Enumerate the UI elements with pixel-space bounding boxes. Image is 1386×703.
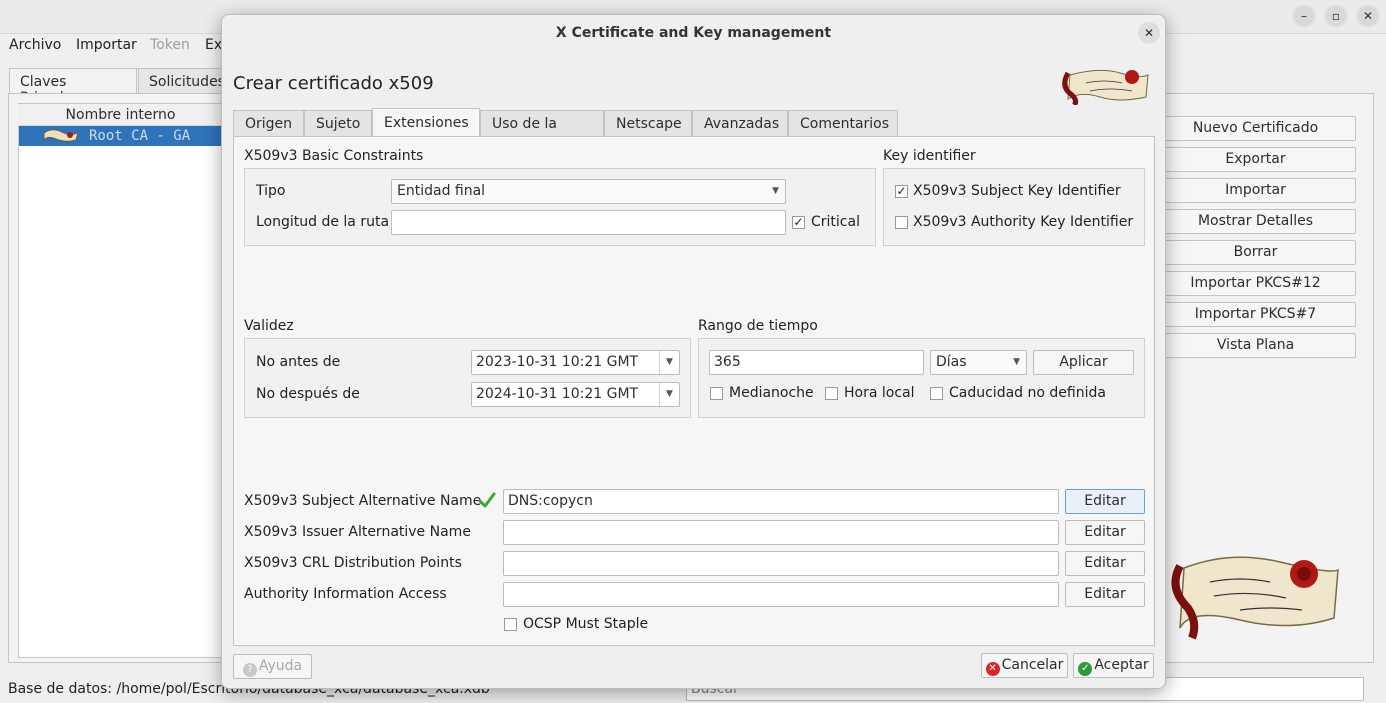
importar-pkcs12-button[interactable]: Importar PKCS#12 <box>1155 271 1356 296</box>
validez-title: Validez <box>244 318 294 334</box>
scroll-logo-icon <box>1171 556 1339 640</box>
accept-button[interactable]: ✓ Aceptar <box>1073 653 1154 678</box>
range-amount-input[interactable]: 365 <box>709 350 924 375</box>
dialog-title: X Certificate and Key management <box>555 25 832 41</box>
crl-editar-button[interactable]: Editar <box>1065 551 1145 576</box>
list-item-label: Root CA - GA <box>89 128 191 144</box>
ocsp-checkbox[interactable] <box>504 618 517 631</box>
not-before-value: 2023-10-31 10:21 GMT <box>476 354 639 370</box>
tipo-value: Entidad final <box>397 183 486 199</box>
minimize-icon[interactable]: – <box>1293 5 1315 27</box>
subject-key-identifier-label: X509v3 Subject Key Identifier <box>913 183 1121 199</box>
importar-button[interactable]: Importar <box>1155 178 1356 203</box>
chevron-down-icon[interactable]: ▼ <box>659 351 679 374</box>
tab-origen[interactable]: Origen <box>233 110 304 137</box>
chevron-down-icon: ▼ <box>772 186 779 196</box>
aplicar-button[interactable]: Aplicar <box>1033 350 1134 375</box>
medianoche-label: Medianoche <box>729 385 814 401</box>
tab-sujeto[interactable]: Sujeto <box>304 110 372 137</box>
help-label: Ayuda <box>258 658 303 674</box>
caducidad-label: Caducidad no definida <box>949 385 1106 401</box>
range-unit-select[interactable]: Días ▼ <box>930 350 1027 375</box>
certificate-list[interactable] <box>18 103 223 658</box>
chevron-down-icon[interactable]: ▼ <box>659 383 679 406</box>
not-before-label: No antes de <box>256 354 341 370</box>
mostrar-detalles-button[interactable]: Mostrar Detalles <box>1155 209 1356 234</box>
check-icon <box>478 492 496 508</box>
san-input[interactable]: DNS:copycn <box>503 489 1059 514</box>
maximize-icon[interactable]: ▫ <box>1325 5 1347 27</box>
critical-label: Critical <box>811 214 860 230</box>
help-icon: ? <box>242 663 257 677</box>
ocsp-label: OCSP Must Staple <box>523 616 649 632</box>
importar-pkcs7-button[interactable]: Importar PKCS#7 <box>1155 302 1356 327</box>
san-label: X509v3 Subject Alternative Name <box>244 493 482 509</box>
tipo-label: Tipo <box>256 183 286 199</box>
san-editar-button[interactable]: Editar <box>1065 489 1145 514</box>
tab-extensiones[interactable]: Extensiones <box>372 108 480 138</box>
cancel-icon: ✕ <box>985 662 1000 676</box>
list-header-nombre-interno[interactable]: Nombre interno <box>18 104 223 126</box>
borrar-button[interactable]: Borrar <box>1155 240 1356 265</box>
close-icon[interactable]: ✕ <box>1138 22 1160 44</box>
chevron-down-icon: ▼ <box>1013 357 1020 367</box>
tipo-select[interactable]: Entidad final ▼ <box>391 179 786 204</box>
not-after-label: No después de <box>256 386 360 402</box>
crl-label: X509v3 CRL Distribution Points <box>244 555 462 571</box>
tab-comentarios[interactable]: Comentarios <box>788 110 898 137</box>
caducidad-checkbox[interactable] <box>930 387 943 400</box>
ian-input[interactable] <box>503 520 1059 545</box>
key-identifier-group <box>883 168 1145 246</box>
menu-token[interactable]: Token <box>150 37 190 53</box>
menu-archivo[interactable]: Archivo <box>9 37 61 53</box>
crl-input[interactable] <box>503 551 1059 576</box>
rango-title: Rango de tiempo <box>698 318 818 334</box>
cancel-button[interactable]: ✕ Cancelar <box>981 653 1068 678</box>
not-after-value: 2024-10-31 10:21 GMT <box>476 386 639 402</box>
aia-input[interactable] <box>503 582 1059 607</box>
critical-checkbox[interactable]: ✓ <box>792 216 805 229</box>
authority-key-identifier-label: X509v3 Authority Key Identifier <box>913 214 1134 230</box>
range-unit-value: Días <box>936 354 967 370</box>
tab-claves-privadas[interactable]: Claves Privadas <box>9 68 137 106</box>
close-window-icon[interactable]: ✕ <box>1357 5 1379 27</box>
vista-plana-button[interactable]: Vista Plana <box>1155 333 1356 358</box>
cancel-label: Cancelar <box>1001 657 1064 673</box>
not-after-datetime[interactable]: 2024-10-31 10:21 GMT ▼ <box>471 382 680 407</box>
aia-label: Authority Information Access <box>244 586 447 602</box>
hora-local-label: Hora local <box>844 385 915 401</box>
not-before-datetime[interactable]: 2023-10-31 10:21 GMT ▼ <box>471 350 680 375</box>
ian-label: X509v3 Issuer Alternative Name <box>244 524 471 540</box>
certificate-icon <box>43 129 79 142</box>
basic-constraints-title: X509v3 Basic Constraints <box>244 148 424 164</box>
exportar-button[interactable]: Exportar <box>1155 147 1356 172</box>
menu-importar[interactable]: Importar <box>76 37 137 53</box>
longitud-input[interactable] <box>391 210 786 235</box>
longitud-label: Longitud de la ruta <box>256 214 390 230</box>
authority-key-identifier-checkbox[interactable] <box>895 216 908 229</box>
tab-netscape[interactable]: Netscape <box>604 110 692 137</box>
tab-avanzadas[interactable]: Avanzadas <box>692 110 788 137</box>
help-button[interactable]: ? Ayuda <box>233 654 312 679</box>
nuevo-certificado-button[interactable]: Nuevo Certificado <box>1155 116 1356 141</box>
tab-solicitudes[interactable]: Solicitudes <box>138 68 228 94</box>
key-identifier-title: Key identifier <box>883 148 976 164</box>
scroll-logo-icon <box>1062 69 1149 105</box>
aia-editar-button[interactable]: Editar <box>1065 582 1145 607</box>
medianoche-checkbox[interactable] <box>710 387 723 400</box>
page-title: Crear certificado x509 <box>233 73 434 94</box>
subject-key-identifier-checkbox[interactable]: ✓ <box>895 185 908 198</box>
create-certificate-dialog: X Certificate and Key management ✕ Crear… <box>221 14 1166 689</box>
ian-editar-button[interactable]: Editar <box>1065 520 1145 545</box>
tab-uso-de-la-clave[interactable]: Uso de la clave <box>480 110 604 159</box>
hora-local-checkbox[interactable] <box>825 387 838 400</box>
accept-label: Aceptar <box>1094 657 1149 673</box>
menu-extra[interactable]: Ex <box>205 37 222 53</box>
accept-icon: ✓ <box>1078 662 1093 676</box>
